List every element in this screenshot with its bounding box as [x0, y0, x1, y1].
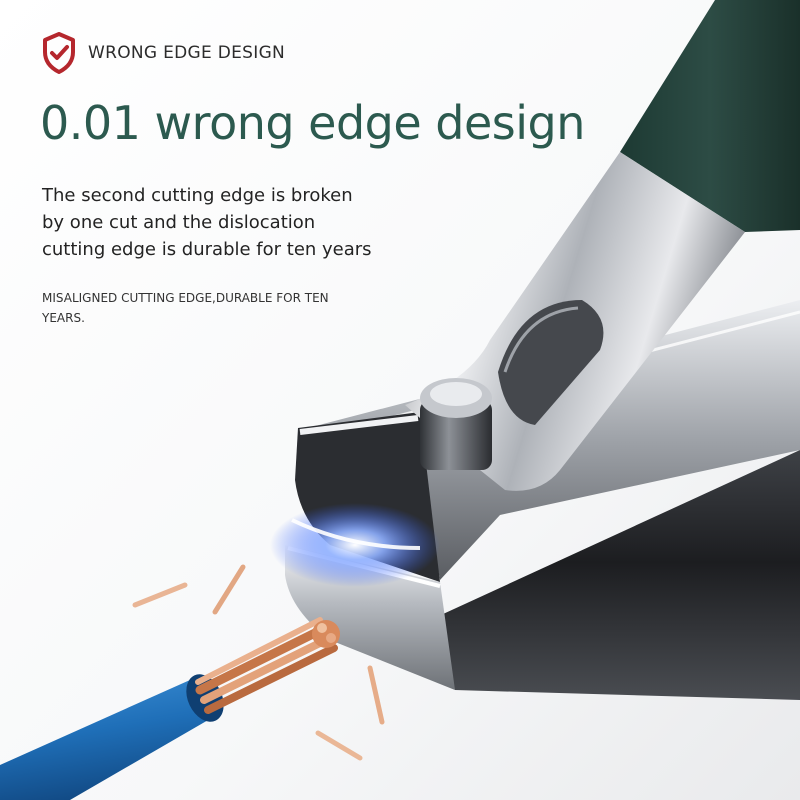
cutting-edge-glow	[270, 503, 440, 587]
rivet	[420, 378, 492, 470]
product-photo	[0, 0, 800, 800]
